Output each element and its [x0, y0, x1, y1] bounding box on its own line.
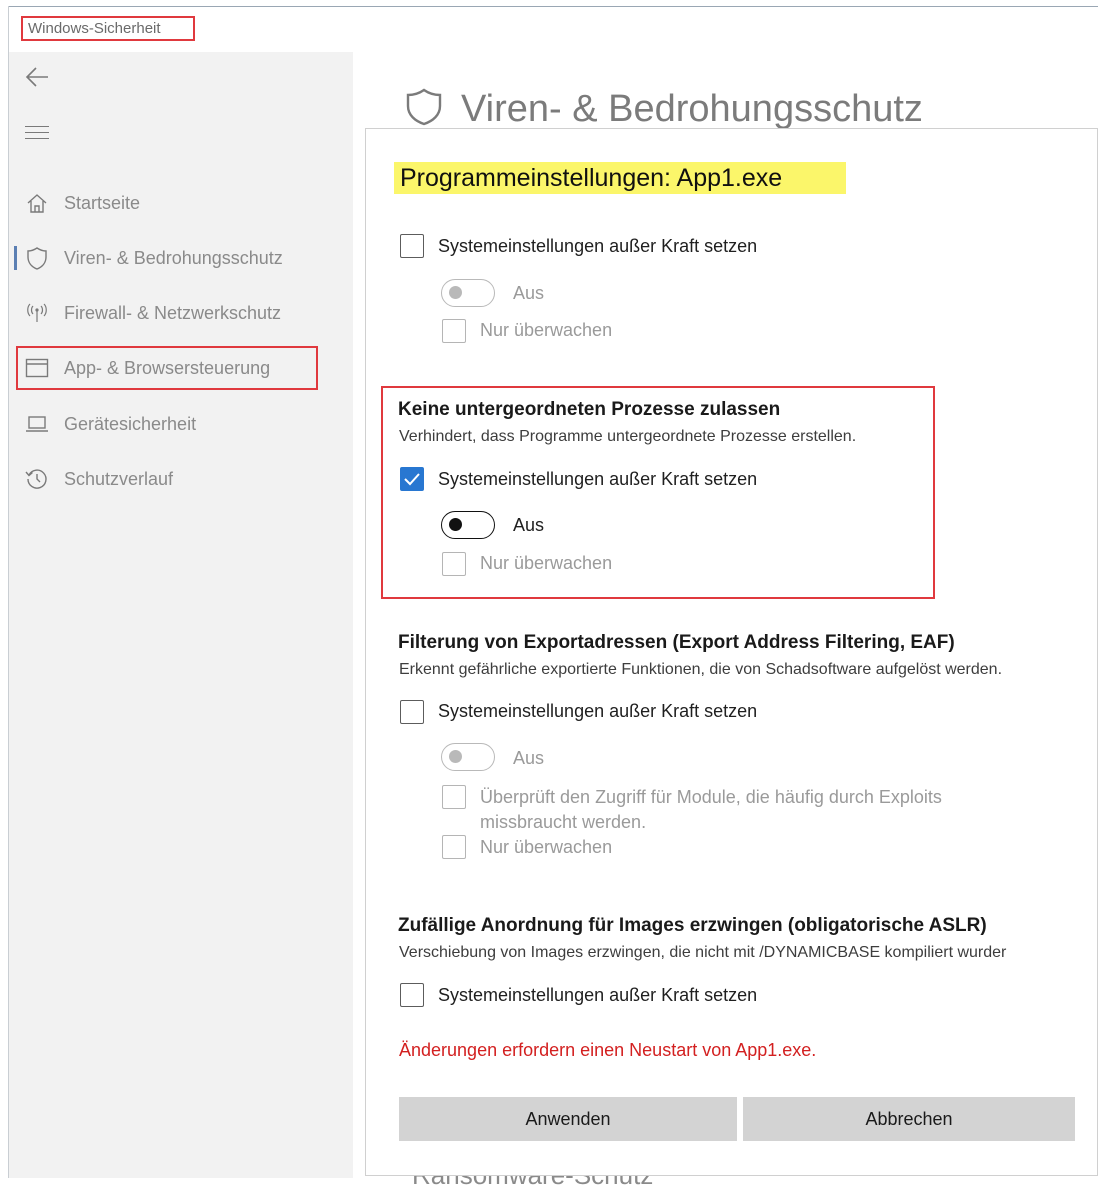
- antenna-icon: [24, 301, 50, 325]
- audit-checkbox-2[interactable]: [442, 835, 466, 859]
- audit-checkbox-0[interactable]: [442, 319, 466, 343]
- selected-indicator: [14, 246, 17, 270]
- back-arrow-icon: [25, 67, 48, 87]
- audit-label-0: Nur überwachen: [480, 320, 613, 340]
- override-label-3: Systemeinstellungen außer Kraft setzen: [438, 985, 758, 1005]
- restart-warning: Änderungen erfordern einen Neustart von …: [399, 1040, 817, 1060]
- sidebar-item-virenschutz[interactable]: Viren- & Bedrohungsschutz: [14, 238, 344, 278]
- sidebar-item-label: Schutzverlauf: [64, 468, 174, 489]
- back-button[interactable]: [24, 64, 54, 94]
- sidebar-item-geraetesicherheit[interactable]: Gerätesicherheit: [14, 404, 344, 444]
- section-title-aslr: Zufällige Anordnung für Images erzwingen…: [398, 915, 987, 936]
- page-header: Viren- & Bedrohungsschutz: [405, 84, 923, 134]
- audit-checkbox-1[interactable]: [442, 552, 466, 576]
- apply-button[interactable]: Anwenden: [399, 1097, 737, 1141]
- override-checkbox-3[interactable]: [400, 983, 424, 1007]
- program-settings-title: Programmeinstellungen: App1.exe: [394, 162, 846, 194]
- section-title-eaf: Filterung von Exportadressen (Export Add…: [398, 632, 955, 653]
- sidebar-item-label: Gerätesicherheit: [64, 413, 197, 434]
- module-access-label-line1: Überprüft den Zugriff für Module, die hä…: [480, 787, 942, 807]
- audit-label-2: Nur überwachen: [480, 837, 613, 857]
- checkmark-icon: [404, 473, 420, 486]
- toggle-label-2: Aus: [513, 748, 545, 768]
- section-desc-eaf: Erkennt gefährliche exportierte Funktion…: [399, 661, 1003, 678]
- home-icon: [24, 191, 50, 215]
- toggle-label-1: Aus: [513, 515, 545, 535]
- toggle-label-0: Aus: [513, 283, 545, 303]
- toggle-switch-2[interactable]: [441, 743, 495, 771]
- history-icon: [24, 467, 50, 491]
- cancel-button[interactable]: Abbrechen: [743, 1097, 1075, 1141]
- shield-icon: [24, 246, 50, 270]
- module-access-checkbox[interactable]: [442, 785, 466, 809]
- override-checkbox-1[interactable]: [400, 467, 424, 491]
- module-access-label-line2: missbraucht werden.: [480, 812, 647, 832]
- section-title-child-processes: Keine untergeordneten Prozesse zulassen: [398, 399, 781, 420]
- override-checkbox-2[interactable]: [400, 700, 424, 724]
- section-desc-child-processes: Verhindert, dass Programme untergeordnet…: [399, 428, 857, 445]
- shield-icon: [405, 87, 443, 132]
- window-title: Windows-Sicherheit: [21, 16, 195, 41]
- override-checkbox-0[interactable]: [400, 234, 424, 258]
- override-label-2: Systemeinstellungen außer Kraft setzen: [438, 701, 758, 721]
- highlight-frame-app-browser: [16, 346, 318, 390]
- override-label-0: Systemeinstellungen außer Kraft setzen: [438, 236, 758, 256]
- hamburger-menu-icon: [25, 126, 49, 127]
- sidebar-item-label: Firewall- & Netzwerkschutz: [64, 302, 282, 323]
- sidebar-item-schutzverlauf[interactable]: Schutzverlauf: [14, 459, 344, 499]
- sidebar-item-firewall[interactable]: Firewall- & Netzwerkschutz: [14, 293, 344, 333]
- toggle-switch-0[interactable]: [441, 279, 495, 307]
- sidebar-item-label: Viren- & Bedrohungsschutz: [64, 247, 283, 268]
- laptop-icon: [24, 412, 50, 436]
- toggle-switch-1[interactable]: [441, 511, 495, 539]
- sidebar-item-startseite[interactable]: Startseite: [14, 183, 344, 223]
- audit-label-1: Nur überwachen: [480, 553, 613, 573]
- window-frame-top: [8, 6, 1098, 7]
- override-label-1: Systemeinstellungen außer Kraft setzen: [438, 469, 758, 489]
- page-title: Viren- & Bedrohungsschutz: [461, 87, 923, 130]
- sidebar-item-label: Startseite: [64, 192, 141, 213]
- menu-button[interactable]: [25, 126, 49, 144]
- section-desc-aslr: Verschiebung von Images erzwingen, die n…: [399, 944, 1007, 961]
